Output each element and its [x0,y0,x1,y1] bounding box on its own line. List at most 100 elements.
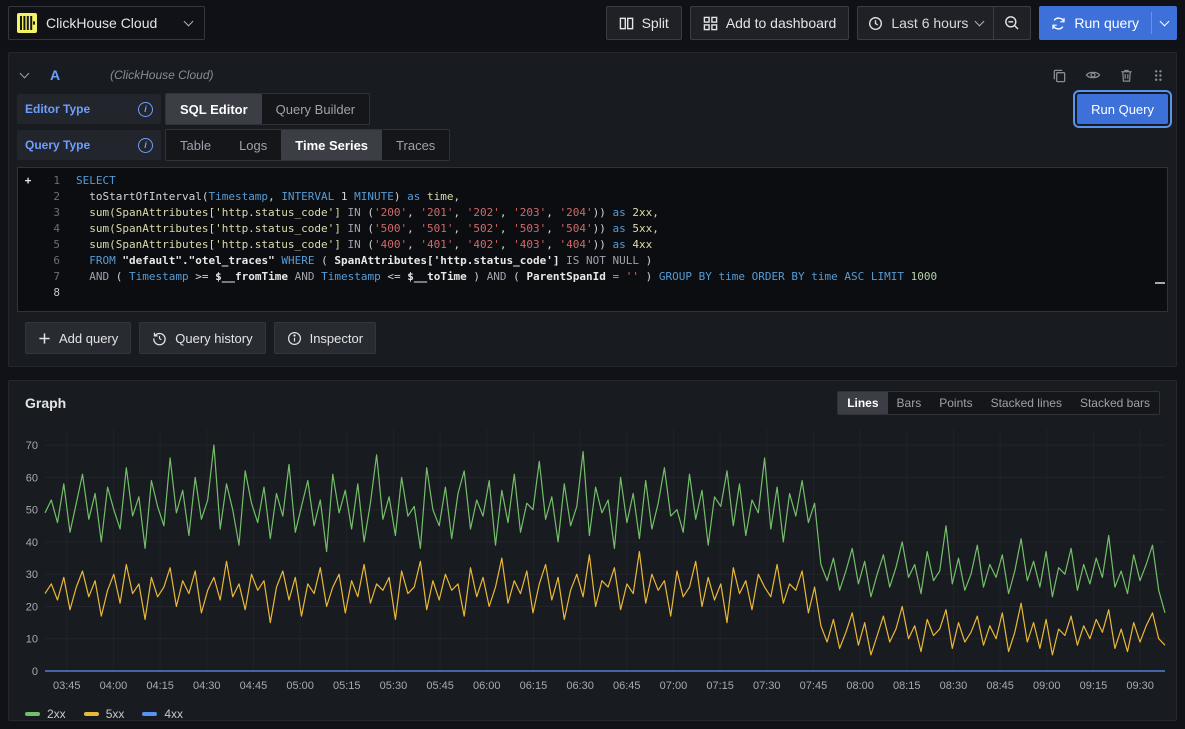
editor-type-option-query-builder[interactable]: Query Builder [262,94,369,124]
plus-icon [38,332,51,345]
svg-text:04:30: 04:30 [193,680,221,692]
graph-style-option-bars[interactable]: Bars [888,392,931,414]
run-query-options-button[interactable] [1152,6,1177,40]
query-type-row: Query Type i TableLogsTime SeriesTraces [17,129,1168,161]
svg-text:04:45: 04:45 [240,680,268,692]
graph-style-option-lines[interactable]: Lines [838,392,887,414]
sql-line-3: 3 sum(SpanAttributes['http.status_code']… [18,205,1167,221]
svg-text:0: 0 [32,666,38,678]
line-number: 5 [38,237,60,253]
svg-text:07:15: 07:15 [706,680,734,692]
sql-code-editor[interactable]: +1SELECT2 toStartOfInterval(Timestamp, I… [17,167,1168,312]
line-number: 3 [38,205,60,221]
query-history-label: Query history [175,331,252,346]
sql-code-text: sum(SpanAttributes['http.status_code'] I… [76,237,652,253]
info-icon[interactable]: i [138,138,153,153]
query-type-chip: Query Type i [17,130,161,160]
info-icon[interactable]: i [138,102,153,117]
run-query-inline-button[interactable]: Run Query [1077,94,1168,124]
sql-code-text: SELECT [76,173,116,189]
chevron-down-icon [975,16,985,26]
query-type-option-table[interactable]: Table [166,130,225,160]
query-type-option-time-series[interactable]: Time Series [281,130,382,160]
glyph-margin-plus-icon[interactable]: + [18,173,38,189]
time-picker-group: Last 6 hours [857,6,1031,40]
editor-type-option-sql-editor[interactable]: SQL Editor [166,94,262,124]
svg-text:08:45: 08:45 [986,680,1014,692]
sql-code-text: sum(SpanAttributes['http.status_code'] I… [76,205,659,221]
add-query-label: Add query [59,331,118,346]
graph-style-option-points[interactable]: Points [930,392,981,414]
editor-type-radio-group: SQL EditorQuery Builder [165,93,370,125]
svg-text:07:00: 07:00 [660,680,688,692]
legend-label: 4xx [164,707,183,721]
svg-text:07:45: 07:45 [800,680,828,692]
legend-item-2xx[interactable]: 2xx [25,707,66,721]
hide-response-icon[interactable] [1085,67,1101,83]
split-button[interactable]: Split [606,6,682,40]
zoom-out-button[interactable] [994,7,1030,39]
legend-item-4xx[interactable]: 4xx [142,707,183,721]
line-number: 6 [38,253,60,269]
split-label: Split [642,15,669,31]
legend-label: 5xx [106,707,125,721]
svg-text:06:30: 06:30 [566,680,594,692]
add-to-dashboard-button[interactable]: Add to dashboard [690,6,850,40]
add-query-button[interactable]: Add query [25,322,131,354]
add-to-dashboard-label: Add to dashboard [726,15,837,31]
remove-query-icon[interactable] [1119,68,1134,83]
line-number: 8 [38,285,60,301]
svg-text:08:00: 08:00 [846,680,874,692]
svg-text:05:30: 05:30 [380,680,408,692]
chevron-down-icon [1160,16,1170,26]
sql-code-text: FROM "default"."otel_traces" WHERE ( Spa… [76,253,652,269]
svg-text:06:45: 06:45 [613,680,641,692]
svg-text:05:45: 05:45 [426,680,454,692]
svg-text:40: 40 [26,537,38,549]
svg-text:07:30: 07:30 [753,680,781,692]
drag-handle-icon[interactable] [1152,68,1164,83]
explore-toolbar: ClickHouse Cloud Split Add to dashboard [0,0,1185,46]
time-series-chart[interactable]: 01020304050607003:4504:0004:1504:3004:45… [17,419,1168,703]
datasource-picker[interactable]: ClickHouse Cloud [8,6,205,40]
glyph-margin [18,285,38,301]
query-type-option-traces[interactable]: Traces [382,130,449,160]
graph-panel: Graph LinesBarsPointsStacked linesStacke… [8,380,1177,721]
chevron-down-icon [184,16,194,26]
graph-style-option-stacked-lines[interactable]: Stacked lines [982,392,1071,414]
run-query-button[interactable]: Run query [1039,6,1151,40]
sql-code-text: sum(SpanAttributes['http.status_code'] I… [76,221,659,237]
editor-type-row: Editor Type i SQL EditorQuery Builder Ru… [17,93,1168,125]
svg-text:08:30: 08:30 [940,680,968,692]
svg-text:09:30: 09:30 [1126,680,1154,692]
overview-ruler-cursor [1155,282,1165,284]
sql-code-text: toStartOfInterval(Timestamp, INTERVAL 1 … [76,189,460,205]
inspector-button[interactable]: Inspector [274,322,376,354]
query-editor-card: A (ClickHouse Cloud) [8,52,1177,367]
collapse-query-icon[interactable] [20,68,30,78]
time-range-button[interactable]: Last 6 hours [858,7,993,39]
time-range-label: Last 6 hours [891,15,968,31]
svg-text:09:00: 09:00 [1033,680,1061,692]
sql-line-5: 5 sum(SpanAttributes['http.status_code']… [18,237,1167,253]
inspector-label: Inspector [310,331,363,346]
series-line-5xx [45,552,1165,655]
query-type-option-logs[interactable]: Logs [225,130,281,160]
datasource-name: ClickHouse Cloud [46,15,157,31]
svg-text:10: 10 [26,634,38,646]
sql-code-text: AND ( Timestamp >= $__fromTime AND Times… [76,269,937,285]
glyph-margin [18,237,38,253]
dashboard-grid-icon [703,16,718,31]
duplicate-query-icon[interactable] [1052,68,1067,83]
svg-text:04:00: 04:00 [100,680,128,692]
legend-swatch [25,712,40,716]
legend-item-5xx[interactable]: 5xx [84,707,125,721]
query-history-button[interactable]: Query history [139,322,265,354]
query-datasource-hint: (ClickHouse Cloud) [110,68,213,82]
svg-text:70: 70 [26,440,38,452]
glyph-margin [18,221,38,237]
editor-type-label: Editor Type [25,102,90,116]
sql-line-7: 7 AND ( Timestamp >= $__fromTime AND Tim… [18,269,1167,285]
history-icon [152,331,167,346]
graph-style-option-stacked-bars[interactable]: Stacked bars [1071,392,1159,414]
